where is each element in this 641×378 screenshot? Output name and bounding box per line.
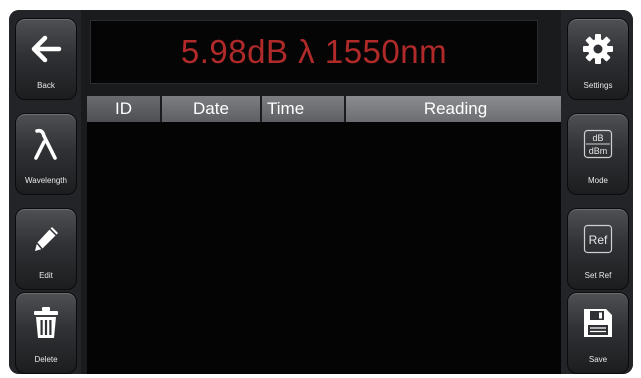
wavelength-button[interactable]: Wavelength (15, 113, 77, 195)
settings-label: Settings (583, 81, 613, 90)
measurement-reading: 5.98dB λ 1550nm (180, 33, 448, 70)
lambda-icon (16, 124, 76, 164)
mode-icon-db-text: dB (592, 133, 603, 143)
ref-icon-text: Ref (589, 233, 608, 247)
left-button-panel: Back Wavelength Edit Delete (9, 10, 81, 374)
settings-button[interactable]: Settings (567, 18, 629, 100)
db-dbm-icon: dB dBm (568, 124, 628, 164)
column-header-time[interactable]: Time (262, 96, 346, 122)
delete-button[interactable]: Delete (15, 292, 77, 374)
column-header-id[interactable]: ID (87, 96, 162, 122)
set-ref-button[interactable]: Ref Set Ref (567, 208, 629, 290)
edit-label: Edit (39, 271, 53, 280)
mode-label: Mode (587, 176, 608, 185)
edit-button[interactable]: Edit (15, 208, 77, 290)
gear-icon (568, 29, 628, 69)
mode-button[interactable]: dB dBm Mode (567, 113, 629, 195)
back-button[interactable]: Back (15, 18, 77, 100)
measurement-display: 5.98dB λ 1550nm (90, 20, 538, 84)
pencil-icon (16, 219, 76, 259)
wavelength-label: Wavelength (25, 176, 67, 185)
back-arrow-icon (16, 29, 76, 69)
set-ref-label: Set Ref (584, 271, 612, 280)
readings-table: ID Date Time Reading (87, 96, 565, 374)
floppy-disk-icon (568, 303, 628, 343)
column-header-reading[interactable]: Reading (346, 96, 565, 122)
trash-icon (16, 303, 76, 343)
save-button[interactable]: Save (567, 292, 629, 374)
mode-icon-dbm-text: dBm (589, 146, 608, 156)
delete-label: Delete (34, 355, 58, 364)
right-button-panel: Settings dB dBm Mode Ref Set Ref Save (561, 10, 633, 374)
table-header: ID Date Time Reading (87, 96, 565, 122)
meter-device: Back Wavelength Edit Delete 5.98dB λ 155… (9, 10, 633, 374)
save-label: Save (588, 355, 608, 364)
column-header-date[interactable]: Date (162, 96, 262, 122)
back-label: Back (37, 81, 55, 90)
ref-icon: Ref (568, 219, 628, 259)
